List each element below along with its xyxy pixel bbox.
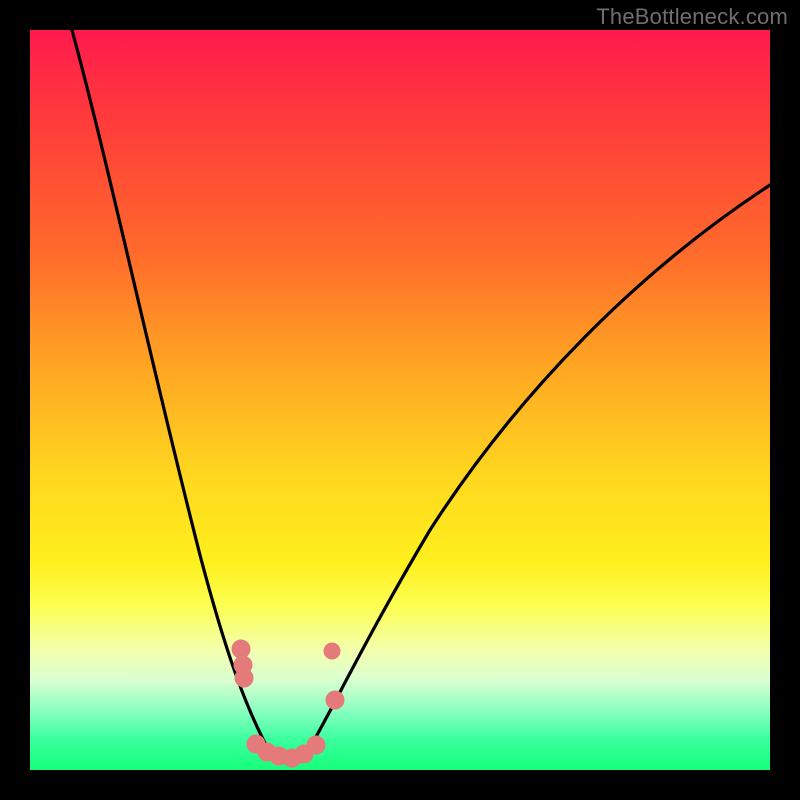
chart-frame: TheBottleneck.com [0,0,800,800]
plot-gradient-area [30,30,770,770]
watermark-text: TheBottleneck.com [596,4,788,30]
